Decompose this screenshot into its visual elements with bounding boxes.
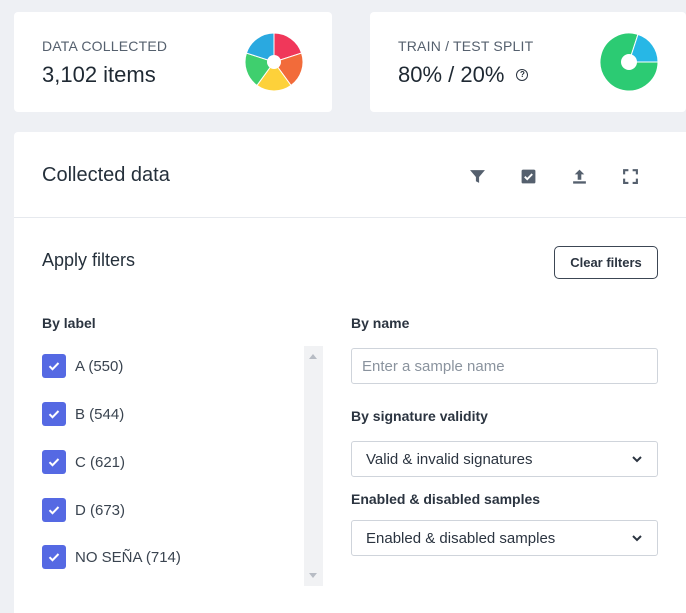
checkbox-checked[interactable] (42, 498, 66, 522)
label-filter-text: A (550) (75, 357, 124, 375)
filter-icon (470, 169, 485, 183)
data-collected-value: 3,102 items (42, 62, 156, 88)
label-distribution-donut-icon (244, 32, 304, 92)
label-filter-text: B (544) (75, 405, 125, 423)
by-name-heading: By name (351, 315, 410, 331)
label-filter-list: A (550) B (544) C (621) D (673) NO SEÑA … (42, 346, 324, 586)
data-collected-label: DATA COLLECTED (42, 38, 168, 54)
train-test-split-label: TRAIN / TEST SPLIT (398, 38, 534, 54)
scroll-down-icon[interactable] (309, 573, 317, 578)
train-test-split-card: TRAIN / TEST SPLIT 80% / 20% ? (370, 12, 686, 112)
upload-icon (573, 169, 586, 184)
check-icon (48, 553, 60, 562)
collected-data-panel: Collected data Apply filters Clear filte… (14, 132, 686, 613)
checkbox-checked[interactable] (42, 354, 66, 378)
chevron-down-icon (632, 456, 642, 463)
data-collected-count: 3,102 items (42, 62, 156, 87)
label-filter-d[interactable]: D (673) (42, 498, 125, 522)
enabled-samples-heading: Enabled & disabled samples (351, 491, 541, 507)
filter-button[interactable] (452, 165, 503, 187)
train-test-split-ratio: 80% / 20% (398, 62, 505, 87)
fullscreen-button[interactable] (605, 165, 656, 187)
train-test-split-value: 80% / 20% ? (398, 62, 529, 88)
select-all-icon (521, 169, 536, 183)
enabled-samples-value: Enabled & disabled samples (366, 529, 556, 547)
label-filter-text: NO SEÑA (714) (75, 548, 181, 566)
label-filter-b[interactable]: B (544) (42, 402, 124, 426)
panel-header: Collected data (14, 132, 686, 218)
by-label-heading: By label (42, 315, 96, 331)
signature-validity-heading: By signature validity (351, 408, 488, 424)
question-circle-icon[interactable]: ? (516, 69, 529, 81)
check-icon (48, 410, 60, 419)
scroll-up-icon[interactable] (309, 354, 317, 359)
label-filter-c[interactable]: C (621) (42, 450, 125, 474)
upload-button[interactable] (554, 165, 605, 187)
select-all-button[interactable] (503, 165, 554, 187)
data-collected-card: DATA COLLECTED 3,102 items (14, 12, 332, 112)
label-filter-text: C (621) (75, 453, 126, 471)
apply-filters-title: Apply filters (42, 250, 136, 270)
checkbox-checked[interactable] (42, 402, 66, 426)
panel-title: Collected data (42, 164, 170, 186)
signature-validity-select[interactable]: Valid & invalid signatures (351, 441, 658, 477)
label-filter-text: D (673) (75, 501, 126, 519)
checkbox-checked[interactable] (42, 450, 66, 474)
check-icon (48, 458, 60, 467)
checkbox-checked[interactable] (42, 545, 66, 569)
label-list-scrollbar[interactable] (304, 346, 323, 586)
signature-validity-value: Valid & invalid signatures (366, 450, 533, 468)
check-icon (48, 362, 60, 371)
clear-filters-button[interactable]: Clear filters (554, 246, 658, 279)
chevron-down-icon (632, 535, 642, 542)
sample-name-input[interactable] (351, 348, 658, 384)
stats-row: DATA COLLECTED 3,102 items TRAIN / TEST … (14, 12, 686, 112)
label-filter-no-sena[interactable]: NO SEÑA (714) (42, 545, 181, 569)
enabled-samples-select[interactable]: Enabled & disabled samples (351, 520, 658, 556)
label-filter-a[interactable]: A (550) (42, 354, 123, 378)
panel-toolbar (452, 165, 656, 187)
check-icon (48, 506, 60, 515)
fullscreen-icon (623, 168, 638, 184)
split-donut-icon (599, 32, 659, 92)
